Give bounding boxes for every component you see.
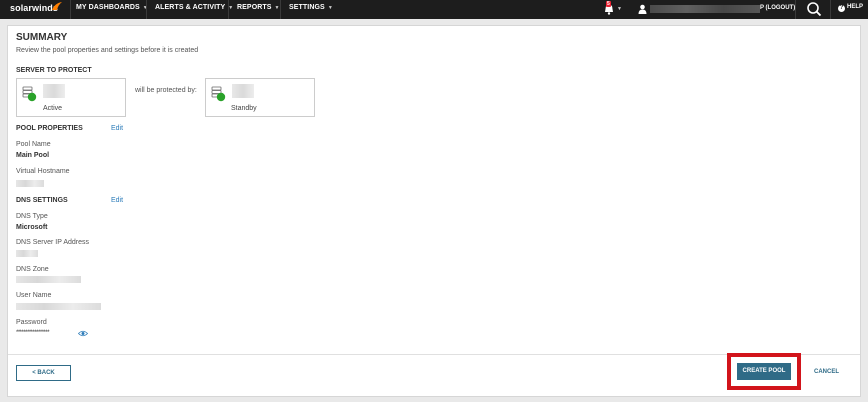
password-label: Password (16, 319, 47, 326)
standby-label: Standby (231, 105, 257, 112)
nav-divider (280, 0, 281, 19)
nav-divider (795, 0, 796, 19)
page-subtitle: Review the pool properties and settings … (16, 47, 199, 54)
summary-panel: SUMMARY Review the pool properties and s… (7, 25, 861, 397)
nav-my-dashboards[interactable]: MY DASHBOARDS▼ (76, 4, 148, 11)
chevron-down-icon: ▼ (327, 5, 333, 11)
edit-pool-properties-link[interactable]: Edit (111, 125, 123, 132)
standby-server-card: Standby (205, 78, 315, 117)
pool-name-label: Pool Name (16, 141, 51, 148)
active-server-card: Active (16, 78, 126, 117)
chevron-down-icon[interactable]: ▼ (617, 6, 622, 12)
server-status-icon (22, 86, 37, 102)
nav-settings[interactable]: SETTINGS ▼ (289, 4, 333, 11)
pool-name-value: Main Pool (16, 152, 50, 159)
active-label: Active (43, 105, 63, 112)
nav-alerts-activity[interactable]: ALERTS & ACTIVITY ▼ (155, 4, 233, 11)
chevron-down-icon: ▼ (274, 5, 280, 11)
protected-by-text: will be protected by: (135, 87, 197, 94)
server-to-protect-heading: SERVER TO PROTECT (16, 67, 92, 74)
logo-flame-icon (52, 2, 62, 10)
nav-label: REPORTS (237, 4, 272, 11)
virtual-hostname-label: Virtual Hostname (16, 168, 70, 175)
nav-divider (70, 0, 71, 19)
cancel-button[interactable]: CANCEL (814, 369, 839, 375)
dns-server-ip-redacted (16, 250, 38, 257)
dns-type-label: DNS Type (16, 213, 48, 220)
virtual-hostname-redacted (16, 180, 44, 187)
nav-divider (228, 0, 229, 19)
nav-divider (830, 0, 831, 19)
user-name-label: User Name (16, 292, 52, 299)
help-label: HELP (847, 4, 864, 10)
nav-label: ALERTS & ACTIVITY (155, 4, 226, 11)
page-title: SUMMARY (16, 32, 68, 43)
notification-badge: 5 (606, 1, 611, 7)
nav-label: MY DASHBOARDS (76, 4, 140, 11)
server-name-redacted (43, 84, 65, 98)
help-icon: ? (838, 5, 845, 12)
help-link[interactable]: ? HELP (838, 4, 863, 12)
user-name-redacted (650, 5, 760, 13)
search-icon[interactable] (806, 1, 822, 17)
server-status-icon (211, 86, 226, 102)
show-password-eye-icon[interactable] (78, 330, 88, 337)
dns-server-ip-label: DNS Server IP Address (16, 239, 90, 246)
back-button[interactable]: < BACK (16, 365, 71, 381)
server-name-redacted (232, 84, 254, 98)
dns-zone-redacted (16, 276, 81, 283)
user-icon (638, 4, 647, 14)
create-pool-button[interactable]: CREATE POOL (737, 363, 791, 380)
pool-properties-heading: POOL PROPERTIES (16, 125, 83, 132)
dns-zone-label: DNS Zone (16, 266, 49, 273)
dns-settings-heading: DNS SETTINGS (16, 197, 68, 204)
password-masked-value: ****************** (16, 330, 50, 336)
nav-label: SETTINGS (289, 4, 325, 11)
nav-reports[interactable]: REPORTS ▼ (237, 4, 280, 11)
nav-divider (146, 0, 147, 19)
user-name-redacted (16, 303, 101, 310)
edit-dns-settings-link[interactable]: Edit (111, 197, 123, 204)
logout-link[interactable]: P (LOGOUT) (760, 5, 795, 11)
dns-type-value: Microsoft (16, 224, 48, 231)
top-nav-bar: solarwinds MY DASHBOARDS▼ ALERTS & ACTIV… (0, 0, 868, 19)
chevron-down-icon: ▼ (228, 5, 234, 11)
